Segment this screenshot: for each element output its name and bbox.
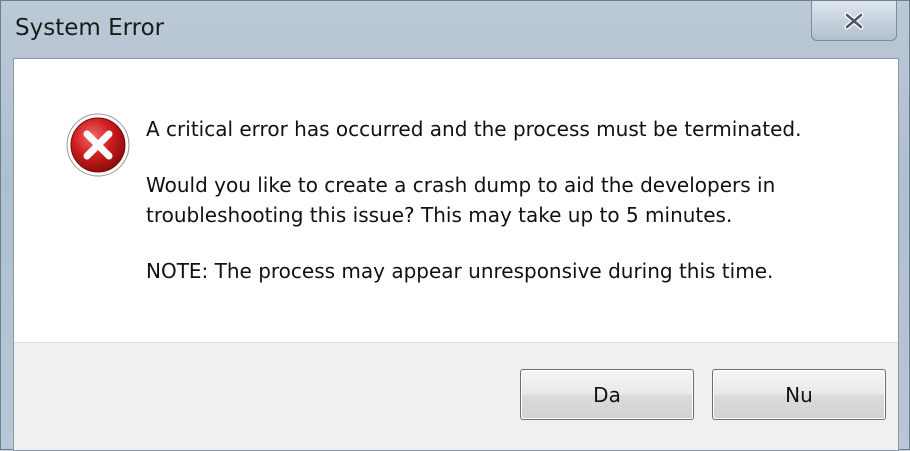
- no-button[interactable]: Nu: [712, 369, 886, 420]
- title-bar[interactable]: System Error: [1, 1, 909, 57]
- message-paragraph-3: NOTE: The process may appear unresponsiv…: [146, 259, 774, 283]
- yes-button[interactable]: Da: [520, 369, 694, 420]
- error-icon: [65, 112, 131, 178]
- message-paragraph-1: A critical error has occurred and the pr…: [146, 117, 802, 141]
- button-bar: Da Nu: [14, 342, 898, 450]
- close-icon: [843, 12, 865, 30]
- message-paragraph-2: Would you like to create a crash dump to…: [146, 173, 776, 227]
- dialog-client-area: A critical error has occurred and the pr…: [13, 58, 899, 451]
- close-button[interactable]: [811, 1, 897, 41]
- error-dialog-window: System Error A critical error has occurr…: [0, 0, 910, 451]
- message-area: A critical error has occurred and the pr…: [14, 59, 898, 342]
- message-text: A critical error has occurred and the pr…: [146, 114, 858, 312]
- window-title: System Error: [15, 15, 165, 41]
